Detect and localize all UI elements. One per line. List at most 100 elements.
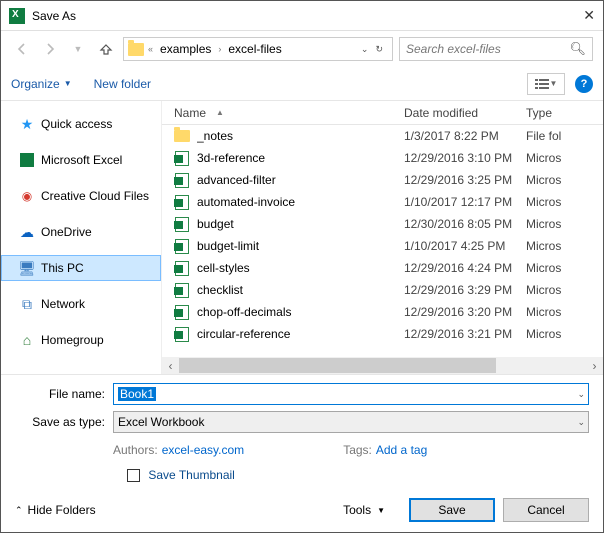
file-name: chop-off-decimals	[197, 305, 404, 319]
column-headers: Name ▲ Date modified Type	[162, 101, 603, 125]
excel-file-icon	[174, 194, 190, 210]
sidebar-item-this-pc[interactable]: 🖥 This PC	[1, 255, 161, 281]
file-date: 1/10/2017 4:25 PM	[404, 239, 526, 253]
cloud-icon: ☁	[19, 224, 35, 240]
file-name: checklist	[197, 283, 404, 297]
back-button[interactable]	[11, 38, 33, 60]
sidebar: ★ Quick access Microsoft Excel ◉ Creativ…	[1, 101, 161, 374]
chevron-down-icon: ▼	[64, 79, 72, 88]
chevron-down-icon[interactable]: ⌄	[577, 417, 585, 428]
file-row[interactable]: budget-limit1/10/2017 4:25 PMMicros	[162, 235, 603, 257]
file-row[interactable]: chop-off-decimals12/29/2016 3:20 PMMicro…	[162, 301, 603, 323]
file-type: Micros	[526, 327, 561, 341]
file-date: 12/30/2016 8:05 PM	[404, 217, 526, 231]
column-type[interactable]: Type	[526, 106, 603, 120]
excel-file-icon	[174, 150, 190, 166]
sort-caret-icon: ▲	[216, 108, 224, 117]
file-type: Micros	[526, 261, 561, 275]
column-name[interactable]: Name ▲	[174, 106, 404, 120]
nav-bar: ▼ « examples › excel-files ⌄ ↻ Search ex…	[1, 31, 603, 67]
chevron-right-icon: ›	[218, 44, 221, 54]
scroll-right-icon[interactable]: ›	[586, 359, 603, 373]
new-folder-button[interactable]: New folder	[94, 77, 151, 91]
address-bar[interactable]: « examples › excel-files ⌄ ↻	[123, 37, 393, 61]
forward-button[interactable]	[39, 38, 61, 60]
excel-file-icon	[174, 238, 190, 254]
chevron-down-icon: ▼	[377, 506, 385, 515]
tags-value[interactable]: Add a tag	[376, 443, 427, 457]
excel-icon	[19, 152, 35, 168]
recent-dropdown[interactable]: ▼	[67, 38, 89, 60]
file-row[interactable]: 3d-reference12/29/2016 3:10 PMMicros	[162, 147, 603, 169]
save-button[interactable]: Save	[409, 498, 495, 522]
title-bar: Save As ✕	[1, 1, 603, 31]
file-name: circular-reference	[197, 327, 404, 341]
file-row[interactable]: checklist12/29/2016 3:29 PMMicros	[162, 279, 603, 301]
help-button[interactable]: ?	[575, 75, 593, 93]
authors-label: Authors:	[113, 443, 158, 457]
file-date: 12/29/2016 3:29 PM	[404, 283, 526, 297]
file-name: _notes	[197, 129, 404, 143]
creative-cloud-icon: ◉	[19, 188, 35, 204]
file-date: 1/3/2017 8:22 PM	[404, 129, 526, 143]
file-row[interactable]: _notes1/3/2017 8:22 PMFile fol	[162, 125, 603, 147]
cancel-button[interactable]: Cancel	[503, 498, 589, 522]
organize-menu[interactable]: Organize ▼	[11, 77, 72, 91]
authors-value[interactable]: excel-easy.com	[162, 443, 244, 457]
chevron-right-icon: «	[148, 44, 153, 54]
file-name: cell-styles	[197, 261, 404, 275]
savetype-select[interactable]: Excel Workbook ⌄	[113, 411, 589, 433]
toolbar: Organize ▼ New folder ▼ ?	[1, 67, 603, 101]
breadcrumb-excel-files[interactable]: excel-files	[225, 42, 284, 56]
file-row[interactable]: budget12/30/2016 8:05 PMMicros	[162, 213, 603, 235]
hide-folders-button[interactable]: ⌃ Hide Folders	[15, 503, 96, 517]
horizontal-scrollbar[interactable]: ‹ ›	[162, 357, 603, 374]
search-input[interactable]: Search excel-files 🔍︎	[399, 37, 593, 61]
folder-icon	[174, 128, 190, 144]
homegroup-icon: ⌂	[19, 332, 35, 348]
tools-menu[interactable]: Tools ▼	[343, 503, 385, 517]
scroll-left-icon[interactable]: ‹	[162, 359, 179, 373]
excel-file-icon	[174, 260, 190, 276]
view-options-button[interactable]: ▼	[527, 73, 565, 95]
sidebar-item-quick-access[interactable]: ★ Quick access	[1, 111, 161, 137]
file-type: Micros	[526, 173, 561, 187]
sidebar-item-network[interactable]: ⧉ Network	[1, 291, 161, 317]
save-thumbnail-label[interactable]: Save Thumbnail	[148, 468, 235, 482]
folder-icon	[128, 43, 144, 56]
breadcrumb-examples[interactable]: examples	[157, 42, 214, 56]
save-panel: File name: Book1 ⌄ Save as type: Excel W…	[1, 374, 603, 532]
file-name: advanced-filter	[197, 173, 404, 187]
file-row[interactable]: automated-invoice1/10/2017 12:17 PMMicro…	[162, 191, 603, 213]
up-button[interactable]	[95, 38, 117, 60]
file-row[interactable]: circular-reference12/29/2016 3:21 PMMicr…	[162, 323, 603, 345]
address-dropdown[interactable]: ⌄	[358, 42, 372, 57]
refresh-button[interactable]: ↻	[372, 42, 386, 57]
chevron-down-icon[interactable]: ⌄	[577, 389, 585, 400]
sidebar-item-creative-cloud[interactable]: ◉ Creative Cloud Files	[1, 183, 161, 209]
file-list: Name ▲ Date modified Type _notes1/3/2017…	[161, 101, 603, 374]
sidebar-item-microsoft-excel[interactable]: Microsoft Excel	[1, 147, 161, 173]
close-button[interactable]: ✕	[567, 7, 595, 24]
excel-file-icon	[174, 216, 190, 232]
excel-file-icon	[174, 326, 190, 342]
file-type: Micros	[526, 151, 561, 165]
file-row[interactable]: advanced-filter12/29/2016 3:25 PMMicros	[162, 169, 603, 191]
file-row[interactable]: cell-styles12/29/2016 4:24 PMMicros	[162, 257, 603, 279]
sidebar-item-onedrive[interactable]: ☁ OneDrive	[1, 219, 161, 245]
file-date: 12/29/2016 3:10 PM	[404, 151, 526, 165]
tags-label: Tags:	[343, 443, 372, 457]
save-thumbnail-checkbox[interactable]	[127, 469, 140, 482]
file-name: 3d-reference	[197, 151, 404, 165]
search-placeholder: Search excel-files	[406, 42, 569, 56]
scrollbar-thumb[interactable]	[179, 358, 496, 373]
column-date[interactable]: Date modified	[404, 106, 526, 120]
file-date: 12/29/2016 4:24 PM	[404, 261, 526, 275]
file-type: File fol	[526, 129, 561, 143]
savetype-label: Save as type:	[15, 415, 113, 429]
filename-input[interactable]: Book1 ⌄	[113, 383, 589, 405]
sidebar-item-homegroup[interactable]: ⌂ Homegroup	[1, 327, 161, 353]
search-icon[interactable]: 🔍︎	[569, 41, 586, 57]
excel-file-icon	[174, 282, 190, 298]
pc-icon: 🖥	[19, 260, 35, 276]
